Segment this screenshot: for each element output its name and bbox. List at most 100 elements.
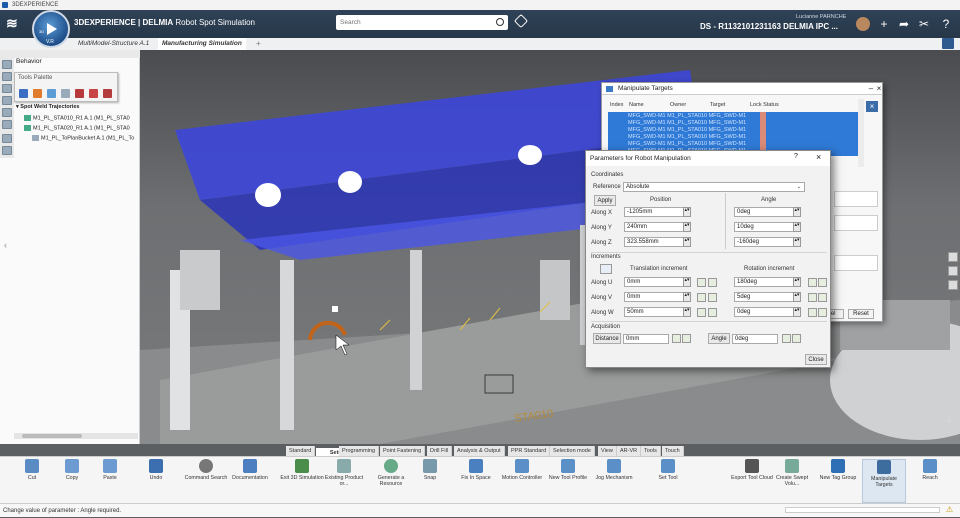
tree-node[interactable]: M1_PL_ToPlanBucket A.1 (M1_PL_To xyxy=(32,135,134,141)
table-row[interactable]: MFG_SWD-M1 M1_PL_STA010 MFG_SWD-M1 xyxy=(628,134,746,140)
column-header[interactable]: Lock Status xyxy=(750,102,779,108)
column-header[interactable]: Index xyxy=(610,102,623,108)
increment-v-field[interactable]: 0mm xyxy=(624,292,684,302)
strip-tool-icon[interactable] xyxy=(2,72,12,81)
collapse-panel-icon[interactable]: ‹ xyxy=(4,240,7,250)
strip-tool-icon[interactable] xyxy=(948,252,958,262)
tag-icon[interactable] xyxy=(513,13,529,29)
tab-programming[interactable]: Programming xyxy=(339,446,380,456)
avatar[interactable] xyxy=(856,17,870,31)
warning-icon[interactable]: ⚠ xyxy=(946,505,953,514)
add-tab-icon[interactable]: + xyxy=(252,38,265,50)
position-x-field[interactable]: -1205mm xyxy=(624,207,684,217)
side-field[interactable] xyxy=(834,255,878,271)
new-tool-profile-button[interactable]: New Tool Profile xyxy=(546,459,590,503)
measure-distance-icon[interactable] xyxy=(672,334,681,343)
tab-drill-fill[interactable]: Drill Fill xyxy=(427,446,453,456)
position-y-stepper[interactable]: ▴▾ xyxy=(683,222,691,232)
table-scrollbar[interactable] xyxy=(858,99,864,167)
set-tool-button[interactable]: Set Tool xyxy=(638,459,698,503)
angle-measure-field[interactable]: 0deg xyxy=(732,334,778,344)
tree-node[interactable]: M1_PL_STA010_R1 A.1 (M1_PL_STA0 xyxy=(24,115,130,121)
close-icon[interactable]: × xyxy=(874,84,884,94)
increment-mode-icon[interactable] xyxy=(600,264,612,274)
rotation-v-stepper[interactable]: ▴▾ xyxy=(793,292,801,302)
angle-x-field[interactable]: 0deg xyxy=(734,207,794,217)
command-search-button[interactable]: Command Search xyxy=(184,459,228,503)
increment-u-field[interactable]: 0mm xyxy=(624,277,684,287)
strip-tool-icon[interactable] xyxy=(2,84,12,93)
strip-tool-icon[interactable] xyxy=(2,108,12,117)
tree-node[interactable]: M1_PL_STA020_R1 A.1 (M1_PL_STA0 xyxy=(24,125,130,131)
rotate-minus-icon[interactable] xyxy=(818,278,827,287)
rotate-plus-icon[interactable] xyxy=(808,308,817,317)
increment-w-stepper[interactable]: ▴▾ xyxy=(683,307,691,317)
tab-touch[interactable]: Touch xyxy=(662,446,684,456)
manipulate-targets-button[interactable]: Manipulate Targets xyxy=(862,459,906,503)
increment-v-stepper[interactable]: ▴▾ xyxy=(683,292,691,302)
translate-minus-icon[interactable] xyxy=(708,293,717,302)
column-header[interactable]: Target xyxy=(710,102,725,108)
reference-select[interactable]: Absolute ⌄ xyxy=(623,182,805,192)
translate-plus-icon[interactable] xyxy=(697,308,706,317)
rotate-plus-icon[interactable] xyxy=(808,293,817,302)
increment-w-field[interactable]: 50mm xyxy=(624,307,684,317)
tab-manufacturing-simulation[interactable]: Manufacturing Simulation xyxy=(158,38,246,50)
cut-button[interactable]: Cut xyxy=(10,459,54,503)
translate-minus-icon[interactable] xyxy=(708,308,717,317)
manipulator-gizmo[interactable] xyxy=(308,320,347,341)
document-name[interactable]: DS - R1132101231163 DELMIA IPC ... xyxy=(700,22,838,31)
column-header[interactable]: Owner xyxy=(670,102,686,108)
manipulator-handle[interactable] xyxy=(332,306,338,312)
rotation-w-field[interactable]: 0deg xyxy=(734,307,794,317)
share-icon[interactable]: ➦ xyxy=(896,17,912,31)
position-z-field[interactable]: 323.558mm xyxy=(624,237,684,247)
generate-resource-button[interactable]: Generate a Resource xyxy=(369,459,413,503)
angle-z-field[interactable]: -160deg xyxy=(734,237,794,247)
help-icon[interactable]: ? xyxy=(938,17,954,31)
palette-tool-icon[interactable] xyxy=(75,89,84,98)
palette-tool-icon[interactable] xyxy=(19,89,28,98)
tab-selection-mode[interactable]: Selection mode xyxy=(550,446,595,456)
scrollbar-thumb[interactable] xyxy=(22,434,82,438)
side-field[interactable] xyxy=(834,191,878,207)
undo-button[interactable]: Undo xyxy=(134,459,178,503)
rotation-v-field[interactable]: 5deg xyxy=(734,292,794,302)
palette-tool-icon[interactable] xyxy=(61,89,70,98)
help-icon[interactable]: ? xyxy=(794,153,798,160)
increment-u-stepper[interactable]: ▴▾ xyxy=(683,277,691,287)
strip-tool-icon[interactable] xyxy=(948,266,958,276)
rotate-minus-icon[interactable] xyxy=(818,308,827,317)
paste-button[interactable]: Paste xyxy=(88,459,132,503)
search-icon[interactable] xyxy=(496,18,504,26)
add-icon[interactable]: + xyxy=(876,17,892,31)
snap-button[interactable]: Snap xyxy=(408,459,452,503)
strip-tool-icon[interactable] xyxy=(2,60,12,69)
rotation-u-stepper[interactable]: ▴▾ xyxy=(793,277,801,287)
distance-field[interactable]: 0mm xyxy=(623,334,669,344)
compass-button[interactable]: 3D V.R xyxy=(32,10,70,48)
strip-tool-icon[interactable] xyxy=(2,146,12,155)
rotate-plus-icon[interactable] xyxy=(808,278,817,287)
tools-icon[interactable]: ✂ xyxy=(916,17,932,31)
tree-node-spot-weld[interactable]: ▾ Spot Weld Trajectories xyxy=(16,104,80,110)
translate-plus-icon[interactable] xyxy=(697,293,706,302)
close-icon[interactable]: × xyxy=(816,152,821,162)
tab-view[interactable]: View xyxy=(598,446,617,456)
jog-mechanism-button[interactable]: Jog Mechanism xyxy=(592,459,636,503)
horizontal-scrollbar[interactable] xyxy=(14,433,138,439)
measure-angle-icon[interactable] xyxy=(782,334,791,343)
position-y-field[interactable]: 240mm xyxy=(624,222,684,232)
palette-tool-icon[interactable] xyxy=(33,89,42,98)
table-row[interactable]: MFG_SWD-M1 M1_PL_STA010 MFG_SWD-M1 xyxy=(628,141,746,147)
angle-z-stepper[interactable]: ▴▾ xyxy=(793,237,801,247)
side-field[interactable] xyxy=(834,215,878,231)
strip-tool-icon[interactable] xyxy=(2,96,12,105)
export-tool-cloud-button[interactable]: Export Tool Cloud xyxy=(730,459,774,503)
column-header[interactable]: Name xyxy=(629,102,644,108)
measure-distance-icon[interactable] xyxy=(682,334,691,343)
strip-tool-icon[interactable] xyxy=(948,280,958,290)
apply-button[interactable]: Apply xyxy=(594,195,616,206)
rotation-u-field[interactable]: 180deg xyxy=(734,277,794,287)
strip-tool-icon[interactable] xyxy=(2,120,12,129)
